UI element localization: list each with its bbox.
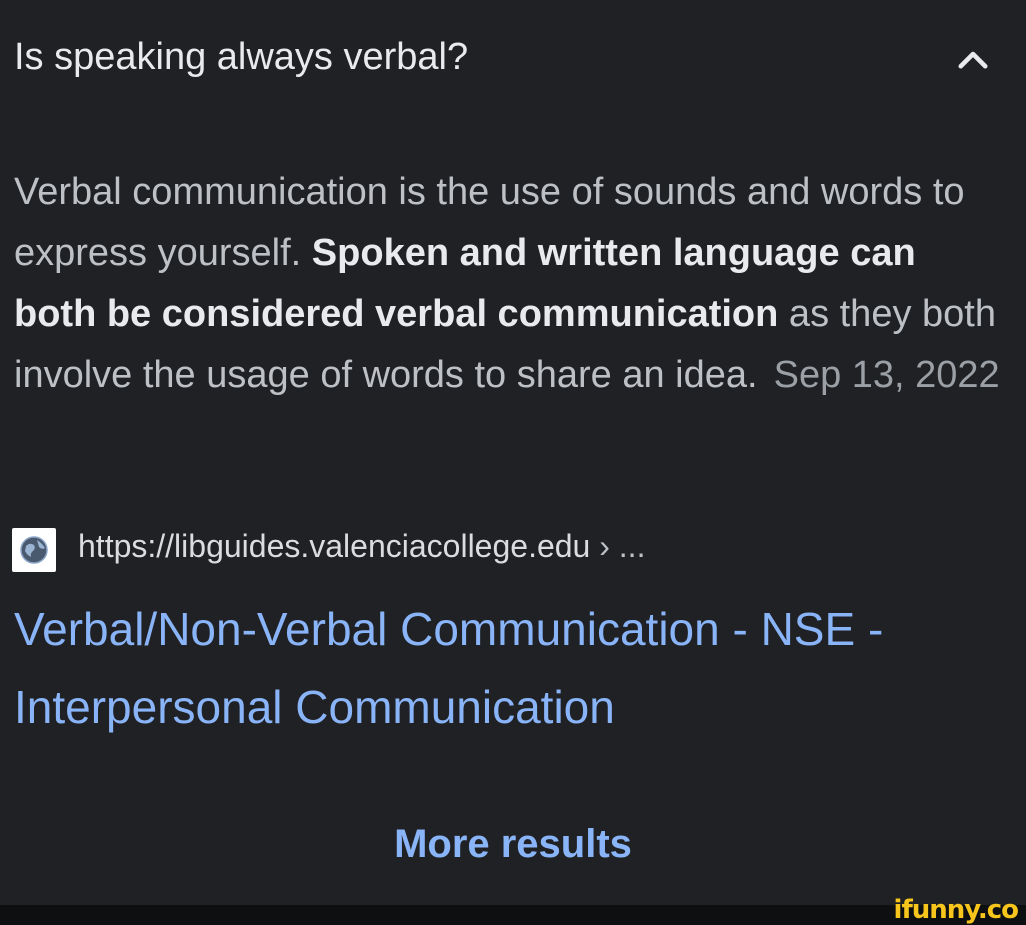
footer-bar: [0, 905, 1026, 925]
question-text: Is speaking always verbal?: [14, 36, 469, 78]
answer-date: Sep 13, 2022: [773, 354, 1000, 396]
source-url-wrap: https://libguides.valenciacollege.edu › …: [78, 528, 645, 565]
source-url: https://libguides.valenciacollege.edu: [78, 528, 591, 564]
people-also-ask-panel: Is speaking always verbal? Verbal commun…: [0, 0, 1026, 905]
answer-snippet: Verbal communication is the use of sound…: [14, 162, 1004, 406]
question-toggle[interactable]: Is speaking always verbal?: [0, 28, 1026, 92]
more-results-button[interactable]: More results: [0, 822, 1026, 867]
globe-icon: [20, 536, 48, 564]
result-title-link[interactable]: Verbal/Non-Verbal Communication - NSE - …: [14, 590, 1004, 746]
chevron-up-icon[interactable]: [952, 40, 994, 82]
ifunny-watermark: ifunny.co: [893, 895, 1019, 925]
source-link[interactable]: https://libguides.valenciacollege.edu › …: [12, 526, 1012, 572]
source-breadcrumb: › ...: [590, 528, 646, 564]
site-favicon: [12, 528, 56, 572]
